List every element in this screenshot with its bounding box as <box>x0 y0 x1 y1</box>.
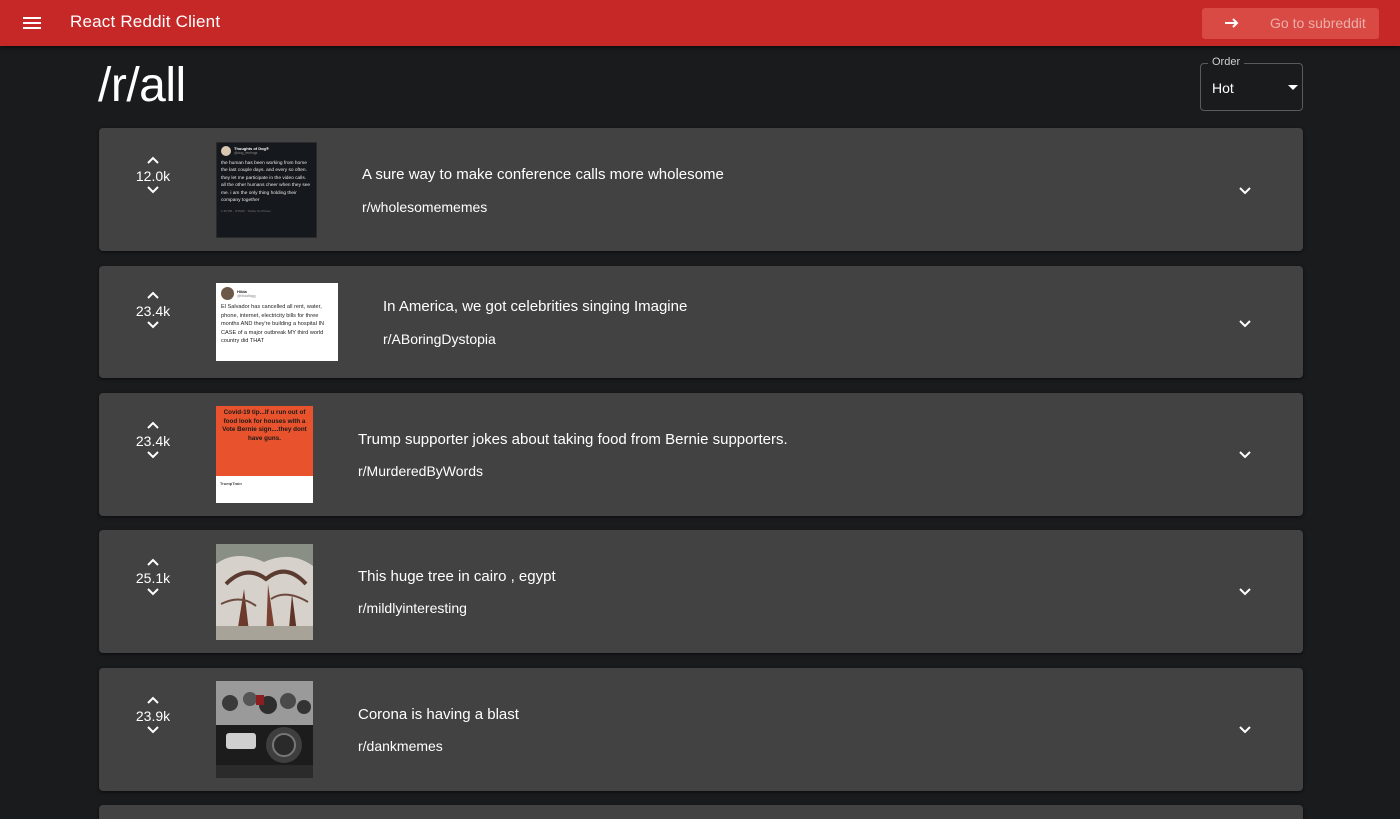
score: 23.4k <box>135 303 171 319</box>
tweet-text: El Salvador has cancelled all rent, wate… <box>221 304 325 345</box>
post-subreddit[interactable]: r/mildlyinteresting <box>358 600 467 616</box>
arrow-right-icon <box>1225 18 1239 28</box>
downvote-icon[interactable] <box>147 321 159 329</box>
tweet-handle: @dog_feelings <box>234 151 258 155</box>
upvote-icon[interactable] <box>147 156 159 164</box>
upvote-icon[interactable] <box>147 558 159 566</box>
avatar <box>221 287 234 300</box>
post-title[interactable]: Trump supporter jokes about taking food … <box>358 431 788 448</box>
vote-control: 25.1k <box>125 558 181 596</box>
post-subreddit[interactable]: r/MurderedByWords <box>358 463 483 479</box>
post-card: 23.4k Hilda @hildaflagg El Salvador has … <box>99 266 1303 378</box>
post-title[interactable]: A sure way to make conference calls more… <box>362 166 724 183</box>
downvote-icon[interactable] <box>147 726 159 734</box>
post-card: 12.0k Thoughts of Dog® @dog_feelings the… <box>99 128 1303 251</box>
score: 12.0k <box>135 168 171 184</box>
post-card: 23.4k Covid-19 tip...If u run out of foo… <box>99 393 1303 516</box>
order-select[interactable]: Order Hot <box>1200 56 1303 111</box>
tweet-text: the human has been working from home the… <box>221 161 311 204</box>
go-to-subreddit-label: Go to subreddit <box>1270 15 1366 31</box>
expand-icon[interactable] <box>1235 180 1255 200</box>
downvote-icon[interactable] <box>147 588 159 596</box>
meme-photo <box>216 681 313 778</box>
menu-icon <box>23 17 41 29</box>
avatar <box>221 146 231 156</box>
vote-control: 23.9k <box>125 696 181 734</box>
thumbnail-footer: TrumpTrain <box>220 481 242 486</box>
order-value: Hot <box>1212 80 1234 96</box>
tree-photo <box>216 544 313 640</box>
expand-icon[interactable] <box>1235 313 1255 333</box>
page-title: /r/all <box>98 59 186 112</box>
post-title[interactable]: Corona is having a blast <box>358 706 519 723</box>
expand-icon[interactable] <box>1235 444 1255 464</box>
upvote-icon[interactable] <box>147 696 159 704</box>
post-thumbnail[interactable] <box>216 544 313 640</box>
upvote-icon[interactable] <box>147 421 159 429</box>
post-thumbnail[interactable] <box>216 681 313 778</box>
post-card: 23.9k Corona is having a blast r/dankmem… <box>99 668 1303 791</box>
score: 23.4k <box>135 433 171 449</box>
expand-icon[interactable] <box>1235 719 1255 739</box>
post-title[interactable]: This huge tree in cairo , egypt <box>358 568 556 585</box>
post-subreddit[interactable]: r/dankmemes <box>358 738 443 754</box>
vote-control: 23.4k <box>125 291 181 329</box>
go-to-subreddit-button[interactable]: Go to subreddit <box>1202 8 1379 39</box>
post-card <box>99 805 1303 819</box>
tweet-handle: @hildaflagg <box>237 293 256 298</box>
expand-icon[interactable] <box>1235 581 1255 601</box>
post-thumbnail[interactable]: Hilda @hildaflagg El Salvador has cancel… <box>216 283 338 361</box>
post-card: 25.1k This huge tree in cairo , egypt r/… <box>99 530 1303 653</box>
caret-down-icon <box>1288 85 1298 90</box>
order-legend: Order <box>1208 56 1245 68</box>
score: 25.1k <box>135 570 171 586</box>
post-subreddit[interactable]: r/ABoringDystopia <box>383 331 496 347</box>
tweet-footer: 1:35 PM · 3/15/20 · Twitter for iPhone <box>221 209 271 214</box>
vote-control: 12.0k <box>125 156 181 194</box>
app-title: React Reddit Client <box>70 12 221 31</box>
thumbnail-panel: Covid-19 tip...If u run out of food look… <box>216 406 313 476</box>
downvote-icon[interactable] <box>147 186 159 194</box>
vote-control: 23.4k <box>125 421 181 459</box>
post-thumbnail[interactable]: Thoughts of Dog® @dog_feelings the human… <box>216 142 317 238</box>
app-bar: React Reddit Client Go to subreddit <box>0 0 1400 46</box>
post-thumbnail[interactable]: Covid-19 tip...If u run out of food look… <box>216 406 313 503</box>
post-title[interactable]: In America, we got celebrities singing I… <box>383 298 687 315</box>
downvote-icon[interactable] <box>147 451 159 459</box>
post-subreddit[interactable]: r/wholesomememes <box>362 199 487 215</box>
upvote-icon[interactable] <box>147 291 159 299</box>
thumbnail-text: Covid-19 tip...If u run out of food look… <box>222 409 307 442</box>
score: 23.9k <box>135 708 171 724</box>
menu-button[interactable] <box>14 5 50 41</box>
